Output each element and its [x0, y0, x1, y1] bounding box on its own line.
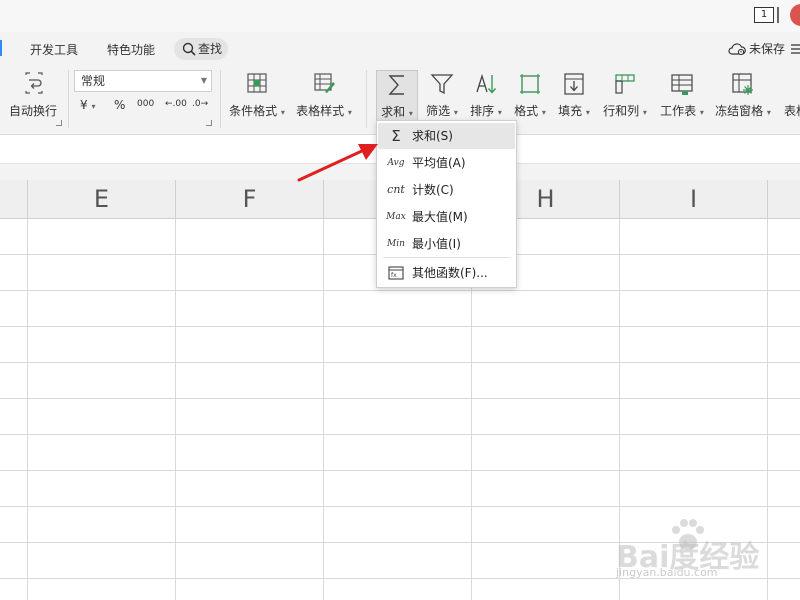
window-count-badge[interactable]: 1: [754, 7, 774, 23]
decrease-decimal-button[interactable]: .0→: [192, 99, 208, 109]
table-style-icon: [314, 73, 335, 93]
currency-label: ¥: [80, 98, 88, 112]
table-style-button[interactable]: 表格样式 ▾: [292, 70, 356, 128]
menu-item-label: 其他函数(F)...: [412, 266, 488, 280]
fill-icon: [564, 73, 584, 95]
column-header-e[interactable]: E: [28, 180, 176, 218]
number-dialog-launcher[interactable]: [206, 120, 212, 126]
wrap-text-label: 自动换行: [8, 104, 57, 118]
format-label: 格式 ▾: [514, 104, 546, 118]
thousands-separator-button[interactable]: 000: [137, 99, 154, 109]
wrap-text-button[interactable]: 自动换行: [4, 70, 62, 128]
filter-label: 筛选 ▾: [426, 104, 458, 118]
increase-decimal-label: .00: [172, 99, 187, 109]
percent-button[interactable]: %: [114, 98, 125, 112]
freeze-panes-icon: [732, 73, 753, 95]
count-icon: cnt: [387, 183, 405, 196]
min-icon: Min: [387, 239, 405, 249]
more-menu-icon[interactable]: [790, 42, 800, 56]
conditional-format-icon: [247, 73, 267, 93]
sigma-icon: [388, 75, 404, 95]
search-button[interactable]: 查找: [174, 38, 228, 60]
filter-icon: [430, 74, 454, 95]
alignment-dialog-launcher[interactable]: [56, 120, 62, 126]
row-column-icon: [615, 74, 635, 94]
menu-item-label: 平均值(A): [412, 156, 466, 170]
ribbon-separator: [68, 70, 69, 128]
ribbon-separator: [220, 70, 221, 128]
avatar[interactable]: [790, 4, 800, 26]
wrap-text-icon: [25, 72, 43, 94]
menu-item-count[interactable]: cnt 计数(C): [378, 177, 515, 203]
autosum-dropdown-menu: Σ 求和(S) Avg 平均值(A) cnt 计数(C) Max 最大值(M) …: [376, 120, 517, 288]
average-icon: Avg: [387, 158, 405, 168]
worksheet-label: 工作表 ▾: [660, 104, 704, 118]
conditional-format-button[interactable]: 条件格式 ▾: [226, 70, 288, 128]
fill-button[interactable]: 填充 ▾: [554, 70, 594, 128]
menu-item-average[interactable]: Avg 平均值(A): [378, 150, 515, 176]
column-header-partial[interactable]: [0, 180, 28, 218]
max-icon: Max: [386, 212, 406, 222]
number-format-select[interactable]: 常规 ▼: [74, 70, 212, 92]
fill-label: 填充 ▾: [558, 104, 590, 118]
menu-item-sum[interactable]: Σ 求和(S): [378, 123, 515, 149]
sigma-icon: Σ: [391, 127, 401, 145]
increase-decimal-button[interactable]: ←.00: [165, 99, 187, 109]
column-header-partial[interactable]: [768, 180, 800, 218]
menu-item-label: 计数(C): [412, 183, 454, 197]
window-divider: [777, 7, 779, 23]
freeze-panes-label: 冻结窗格 ▾: [715, 104, 771, 118]
column-header-i[interactable]: I: [620, 180, 768, 218]
menu-item-min[interactable]: Min 最小值(I): [378, 231, 515, 257]
menu-item-label: 最小值(I): [412, 237, 461, 251]
unsaved-label: 未保存: [749, 42, 786, 56]
tab-dev-tools[interactable]: 开发工具: [30, 41, 78, 58]
chevron-down-icon: ▾: [91, 102, 96, 111]
tab-special-features[interactable]: 特色功能: [107, 41, 155, 58]
conditional-format-label: 条件格式 ▾: [229, 104, 285, 118]
menu-item-label: 求和(S): [412, 129, 453, 143]
menu-divider: [383, 257, 511, 258]
watermark: Bai度经验 jingyan.baidu.com: [612, 518, 782, 584]
chevron-down-icon: ▼: [200, 76, 207, 85]
menu-item-more-functions[interactable]: fx 其他函数(F)...: [378, 260, 515, 286]
menu-item-max[interactable]: Max 最大值(M): [378, 204, 515, 230]
format-icon: [520, 74, 540, 94]
title-bar: 1: [0, 0, 800, 32]
row-column-label: 行和列 ▾: [603, 104, 647, 118]
worksheet-button[interactable]: 工作表 ▾: [656, 70, 708, 128]
table-tools-button[interactable]: 表格: [778, 70, 800, 128]
cloud-icon: [728, 43, 746, 56]
function-icon-glyph: fx: [391, 272, 397, 279]
number-format-value: 常规: [81, 74, 106, 88]
search-label: 查找: [198, 42, 223, 56]
annotation-arrow-icon: [297, 144, 378, 182]
autosum-label: 求和 ▾: [381, 105, 413, 119]
currency-button[interactable]: ¥ ▾: [80, 98, 95, 112]
menu-item-label: 最大值(M): [412, 210, 468, 224]
row-column-button[interactable]: 行和列 ▾: [598, 70, 652, 128]
function-icon: fx: [385, 260, 407, 286]
table-tools-label: 表格: [784, 104, 800, 118]
table-style-label: 表格样式 ▾: [296, 104, 352, 118]
search-icon: [182, 42, 196, 56]
freeze-panes-button[interactable]: 冻结窗格 ▾: [712, 70, 774, 128]
watermark-url: jingyan.baidu.com: [616, 566, 718, 579]
worksheet-icon: [671, 74, 693, 95]
sort-icon: [476, 73, 497, 94]
column-header-f[interactable]: F: [176, 180, 324, 218]
active-tab-indicator: [0, 40, 2, 56]
sort-label: 排序 ▾: [470, 104, 502, 118]
decrease-decimal-label: .0: [192, 99, 201, 109]
ribbon-separator: [366, 70, 367, 128]
